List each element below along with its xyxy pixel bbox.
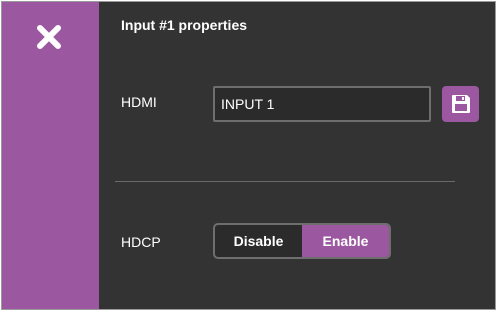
hdmi-label: HDMI: [121, 94, 157, 110]
input-properties-dialog: Input #1 properties HDMI HDCP Disable En…: [1, 1, 496, 310]
hdcp-disable-option[interactable]: Disable: [215, 225, 302, 257]
properties-panel: Input #1 properties HDMI HDCP Disable En…: [99, 2, 495, 309]
hdcp-toggle: Disable Enable: [213, 223, 391, 259]
page-title: Input #1 properties: [121, 17, 248, 33]
hdcp-enable-option[interactable]: Enable: [302, 225, 389, 257]
floppy-disk-icon: [451, 95, 470, 113]
close-icon: [37, 25, 61, 49]
sidebar: [2, 2, 99, 309]
close-button[interactable]: [32, 20, 66, 54]
section-divider: [115, 181, 455, 182]
save-button[interactable]: [442, 86, 479, 122]
hdmi-name-input[interactable]: [213, 86, 431, 122]
hdcp-label: HDCP: [121, 234, 161, 250]
